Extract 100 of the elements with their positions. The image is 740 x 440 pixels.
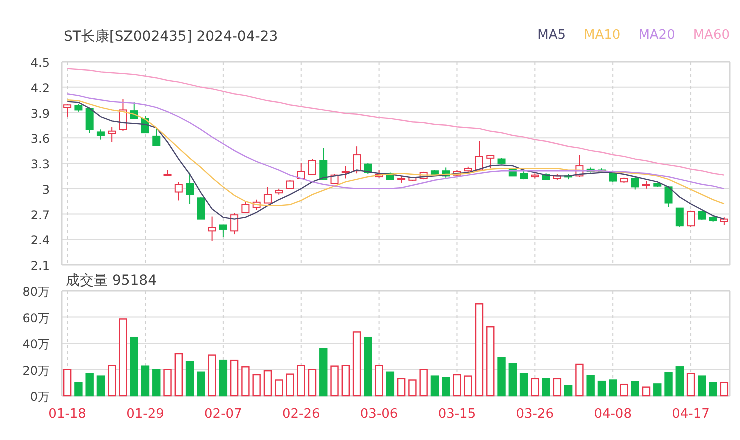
volume-bar [286,374,294,397]
volume-bar [508,363,517,397]
axis-label: 2.4 [30,234,50,248]
chart-title: ST长康[SZ002435] 2024-04-23 [64,28,278,46]
volume-bar [620,384,628,397]
candlestick [676,208,684,228]
candlestick [576,154,584,178]
axis-label: 04-08 [594,407,632,422]
volume-bar [219,360,228,397]
candlestick [520,170,528,180]
volume-bar [609,380,618,397]
candlestick [308,158,316,175]
volume-bar [408,380,417,397]
candlestick [252,199,261,211]
volume-bar [676,366,684,397]
axis-label: 4.2 [30,81,50,96]
volume-bar [520,373,528,397]
volume-bar [553,378,562,397]
volume-bar [642,386,651,397]
volume-bar [464,376,472,397]
candlestick [186,172,194,205]
candlestick [408,176,417,182]
volume-bar [498,357,506,397]
volume-bar [486,326,495,397]
volume-bar [598,380,606,397]
volume-bar [141,366,150,397]
candlestick [631,176,640,190]
volume-bar [330,366,339,397]
volume-bar [364,337,372,397]
axis-label: 4.5 [30,56,50,70]
volume-bar [420,369,428,397]
volume-bar [352,332,362,397]
volume-bar [152,369,161,397]
candlestick [174,182,183,202]
axis-label: 3 [42,182,50,197]
candlestick [286,180,294,190]
volume-bar [252,374,261,397]
volume-bar [86,373,94,397]
candlestick [542,173,550,181]
volume-bar [108,365,116,397]
axis-label: 0万 [30,390,50,404]
candlestick [130,102,138,120]
volume-bar [297,365,306,397]
axis-label: 2.1 [30,259,50,272]
volume-bar [664,372,673,397]
volume-bar [186,361,194,397]
volume-bar [164,369,172,397]
axis-label: 3.9 [30,106,50,121]
candlestick [64,104,72,118]
candlestick [654,182,662,188]
candlestick [108,126,116,143]
volume-bar [698,376,706,397]
candlestick [219,224,228,238]
candlestick [476,141,484,172]
axis-label: 80万 [22,286,50,299]
candlestick [553,174,562,181]
volume-bar [654,384,662,397]
volume-bar [564,385,573,397]
axis-label: 01-18 [48,407,86,422]
axis-label: 20万 [22,364,50,378]
volume-bar [63,369,72,397]
volume-bar [275,380,284,397]
legend-label: MA5 [538,28,566,43]
axis-label: 01-29 [126,407,164,422]
volume-bar [397,378,406,397]
candlestick [620,177,628,184]
axis-label: 02-26 [282,407,320,422]
candlestick [86,107,94,134]
volume-bar [430,376,440,397]
candlestick [164,170,172,176]
candlestick [152,127,161,146]
candlestick [342,166,350,180]
candlestick [398,176,406,184]
axis-label: 40万 [22,338,50,352]
volume-bar [531,378,540,397]
volume-bar [242,366,250,397]
volume-bar [208,354,216,397]
candlestick [586,167,595,174]
candlestick [275,188,284,196]
axis-label: 02-07 [204,407,242,422]
volume-bar [442,377,450,397]
candlestick [297,163,306,180]
candlestick [375,170,384,178]
candlestick [74,104,83,112]
candlestick [709,215,718,222]
candlestick [230,212,239,236]
legend-label: MA60 [693,28,730,43]
volume-bar [586,375,595,397]
volume-bar [686,373,696,397]
axis-label: 3.6 [30,132,50,146]
legend-label: MA10 [584,28,621,43]
volume-bar [74,382,83,397]
candlestick [453,170,462,177]
candlestick [486,154,495,170]
volume-bar [375,365,384,397]
axis-label: 03-15 [438,407,476,422]
axis-label: 04-17 [672,407,710,422]
axis-label: 2.7 [30,208,50,222]
volume-bar [631,381,640,397]
chart-title: 成交量 95184 [66,272,157,290]
